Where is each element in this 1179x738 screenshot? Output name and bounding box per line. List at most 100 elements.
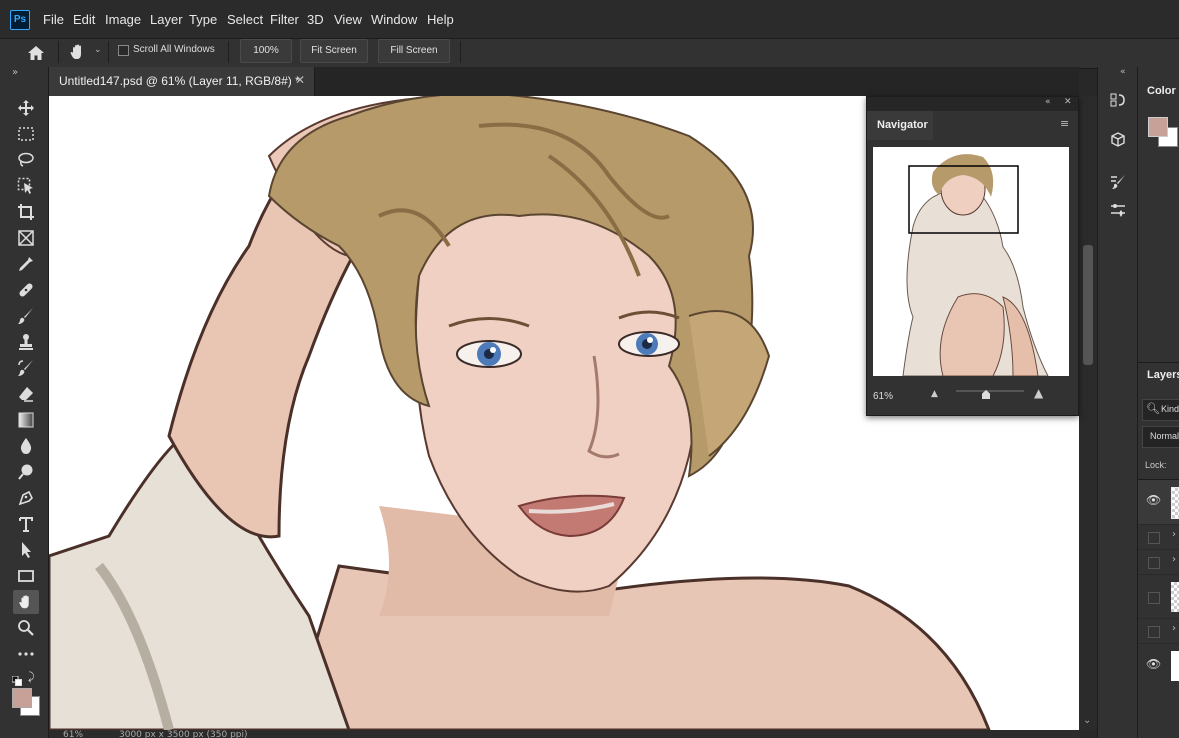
history-panel-icon[interactable] [1109,91,1127,109]
zoom-out-icon[interactable]: ▲ [931,389,938,399]
layers-panel-title[interactable]: Layers [1147,369,1179,381]
layer-filter-kind: Kind [1161,404,1179,414]
blend-mode-value: Normal [1150,431,1179,441]
move-icon[interactable] [13,96,39,120]
blur-icon[interactable] [13,434,39,458]
menu-view[interactable]: View [334,12,362,27]
marquee-icon[interactable] [13,122,39,146]
rectangle-icon[interactable] [13,564,39,588]
visibility-checkbox[interactable] [1148,592,1160,604]
menu-help[interactable]: Help [427,12,454,27]
brush-icon[interactable] [13,304,39,328]
type-icon[interactable] [13,512,39,536]
history-brush-icon[interactable] [13,356,39,380]
options-bar: ⌄ Scroll All Windows 100% Fit Screen Fil… [0,38,1179,69]
menu-select[interactable]: Select [227,12,263,27]
menu-window[interactable]: Window [371,12,417,27]
status-zoom[interactable]: 61% [63,730,83,738]
layer-row[interactable] [1138,574,1179,619]
healing-icon[interactable] [13,278,39,302]
navigator-header[interactable]: « ✕ [867,97,1078,111]
photoshop-logo-icon[interactable]: Ps [10,10,30,30]
collapse-panel-icon[interactable]: « [1045,97,1051,107]
path-select-icon[interactable] [13,538,39,562]
hand-icon[interactable] [13,590,39,614]
brush-settings-icon[interactable] [1109,173,1127,191]
menu-3d[interactable]: 3D [307,12,324,27]
more-icon[interactable] [13,642,39,666]
fill-screen-button[interactable]: Fill Screen [378,39,450,63]
gradient-icon[interactable] [13,408,39,432]
dodge-icon[interactable] [13,460,39,484]
chevron-right-icon[interactable]: › [1172,623,1176,634]
eraser-icon[interactable] [13,382,39,406]
lock-label: Lock: [1145,460,1167,470]
right-panel-dock: Color Layers 🔍︎ Kind Normal Lock: 👁︎ › ›… [1137,67,1179,738]
menu-image[interactable]: Image [105,12,141,27]
menu-filter[interactable]: Filter [270,12,299,27]
chevron-right-icon[interactable]: › [1172,529,1176,540]
layer-group-row[interactable]: › [1138,618,1179,644]
3d-panel-icon[interactable] [1109,131,1127,149]
zoom-icon[interactable] [13,616,39,640]
object-select-icon[interactable] [13,174,39,198]
layer-group-row[interactable]: › [1138,549,1179,575]
menu-layer[interactable]: Layer [150,12,183,27]
layer-thumbnail [1171,582,1179,612]
eye-icon[interactable]: 👁︎ [1146,657,1161,671]
color-panel-title[interactable]: Color [1147,85,1176,97]
zoom-in-icon[interactable]: ▲ [1034,386,1043,400]
frame-icon[interactable] [13,226,39,250]
vertical-scrollbar[interactable] [1079,96,1097,730]
layer-row[interactable]: 👁︎ [1138,643,1179,688]
default-colors-icon[interactable] [11,671,22,686]
stamp-icon[interactable] [13,330,39,354]
panel-menu-icon[interactable]: ≡ [1060,117,1069,130]
crop-icon[interactable] [13,200,39,224]
visibility-checkbox[interactable] [1148,626,1160,638]
navigator-title: Navigator [877,119,928,131]
menu-type[interactable]: Type [189,12,217,27]
vertical-scrollbar-thumb[interactable] [1083,245,1093,365]
menu-bar: Ps File Edit Image Layer Type Select Fil… [0,0,1179,38]
blend-mode-select[interactable]: Normal [1142,426,1179,448]
color-panel-foreground-swatch[interactable] [1148,117,1168,137]
pen-icon[interactable] [13,486,39,510]
scroll-all-windows-label: Scroll All Windows [133,44,215,55]
document-tab-title: Untitled147.psd @ 61% (Layer 11, RGB/8#)… [59,74,300,88]
home-icon[interactable] [26,43,46,63]
expand-toolbar-icon[interactable]: » [12,67,18,78]
lasso-icon[interactable] [13,148,39,172]
document-tab[interactable]: Untitled147.psd @ 61% (Layer 11, RGB/8#)… [49,67,315,96]
navigator-controls: 61% ▲ ▲ [867,382,1078,415]
collapse-dock-icon[interactable]: « [1120,67,1126,77]
search-icon: 🔍︎ [1146,402,1160,415]
scroll-all-windows-checkbox[interactable] [118,45,129,56]
visibility-checkbox[interactable] [1148,532,1160,544]
eye-icon[interactable]: 👁︎ [1146,493,1161,507]
close-icon[interactable]: ✕ [295,73,305,87]
swap-colors-icon[interactable]: ⤸ [28,670,35,684]
zoom-slider[interactable] [956,390,1024,392]
navigator-zoom-field[interactable]: 61% [873,391,893,402]
scroll-down-icon[interactable]: ⌄ [1083,715,1091,726]
menu-edit[interactable]: Edit [73,12,95,27]
chevron-right-icon[interactable]: › [1172,554,1176,565]
zoom-100-button[interactable]: 100% [240,39,292,63]
close-panel-icon[interactable]: ✕ [1064,97,1072,107]
menu-file[interactable]: File [43,12,64,27]
adjustments-panel-icon[interactable] [1109,201,1127,219]
layer-group-row[interactable]: › [1138,524,1179,550]
fit-screen-button[interactable]: Fit Screen [300,39,368,63]
panel-icon-strip: « [1097,67,1138,738]
navigator-preview-image [873,147,1069,376]
layer-row[interactable]: 👁︎ [1138,480,1179,524]
navigator-thumbnail[interactable] [873,147,1069,376]
foreground-color-swatch[interactable] [12,688,32,708]
chevron-down-icon[interactable]: ⌄ [94,45,102,55]
layer-filter-field[interactable]: 🔍︎ Kind [1142,399,1179,421]
eyedropper-icon[interactable] [13,252,39,276]
hand-tool-preset-icon[interactable] [68,42,90,64]
status-dimensions: 3000 px x 3500 px (350 ppi) [119,730,248,738]
visibility-checkbox[interactable] [1148,557,1160,569]
